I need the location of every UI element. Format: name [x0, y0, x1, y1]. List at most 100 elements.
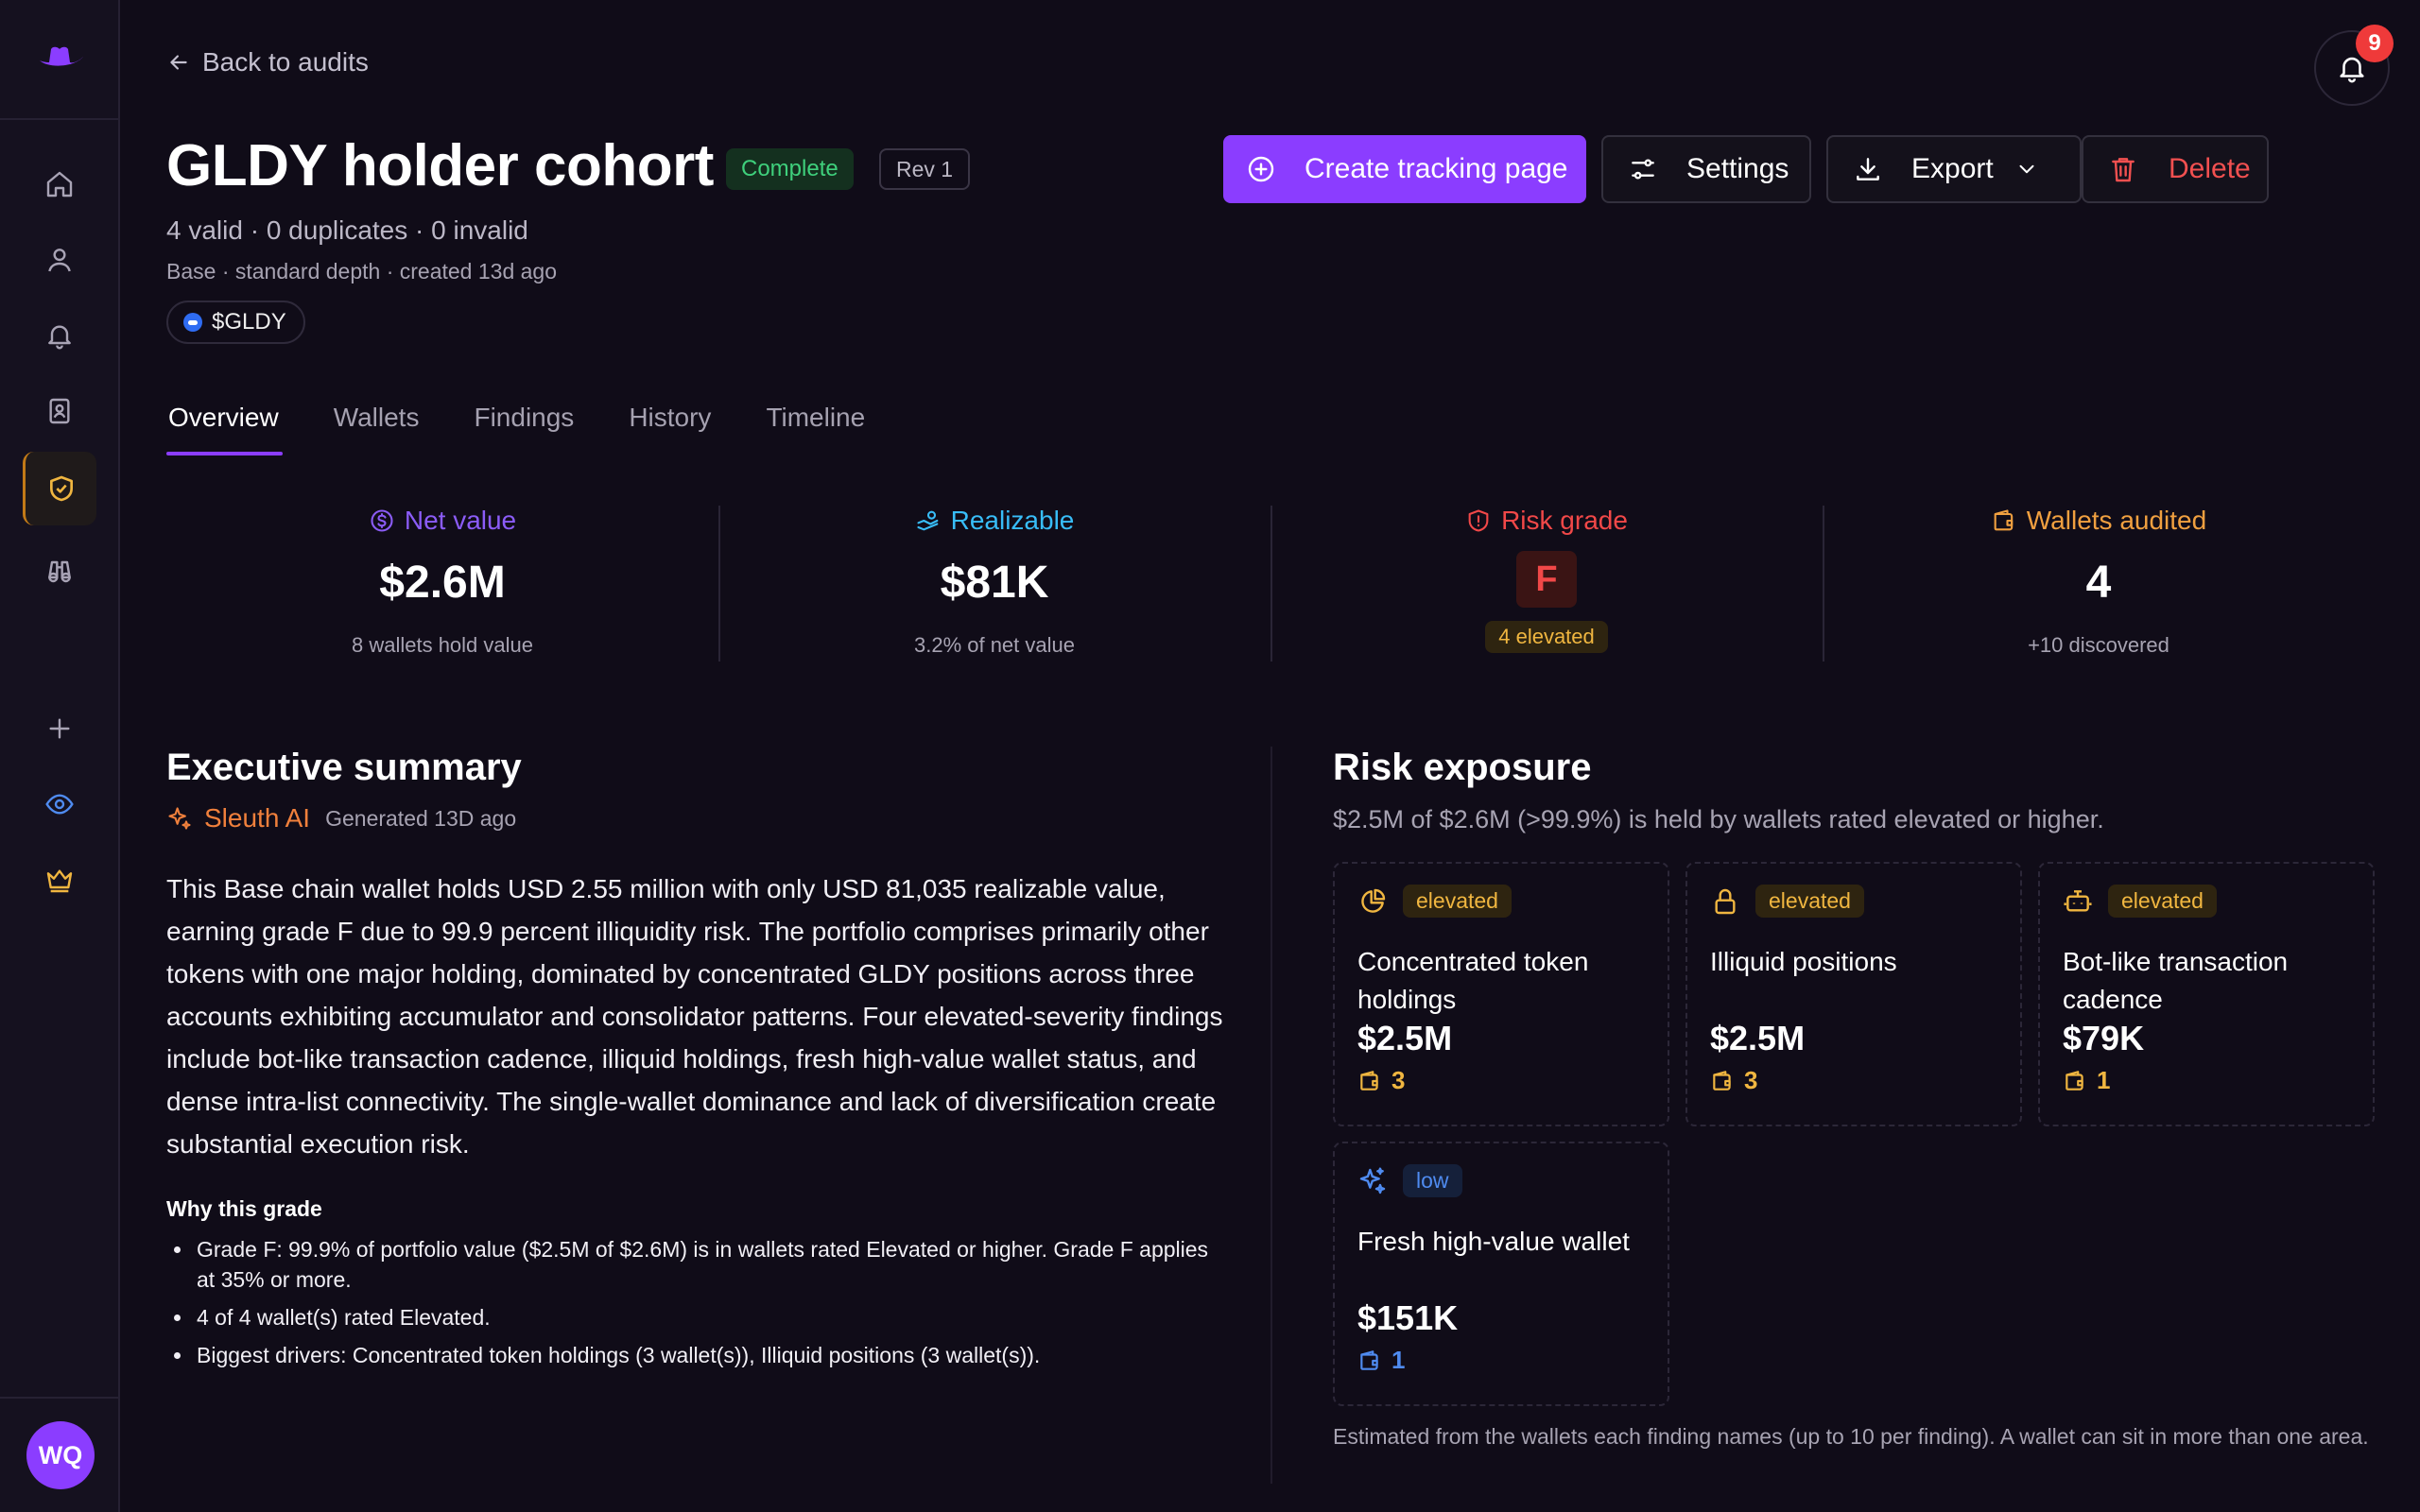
eye-icon	[45, 794, 74, 815]
sidebar-item-watchlist[interactable]	[23, 767, 96, 841]
bell-icon	[48, 325, 71, 350]
app-logo[interactable]	[34, 38, 87, 81]
back-label: Back to audits	[202, 47, 369, 77]
risk-exposure-heading: Risk exposure	[1333, 747, 1592, 788]
risk-card-concentrated-holdings[interactable]: elevated Concentrated token holdings $2.…	[1333, 862, 1669, 1126]
sidebar-item-contacts[interactable]	[23, 374, 96, 448]
chevron-down-icon	[2019, 164, 2034, 174]
stat-value: 4	[2085, 558, 2112, 608]
stat-label: Risk grade	[1501, 506, 1628, 535]
sparkles-icon	[168, 807, 191, 830]
risk-exposure-subtitle: $2.5M of $2.6M (>99.9%) is held by walle…	[1333, 805, 2104, 833]
ai-name: Sleuth AI	[204, 803, 311, 833]
risk-card-value: $79K	[2063, 1019, 2145, 1057]
severity-badge: low	[1403, 1164, 1462, 1197]
contacts-icon	[49, 398, 70, 424]
wallet-icon	[1713, 1070, 1731, 1091]
generated-time: Generated 13D ago	[325, 805, 517, 831]
why-grade-heading: Why this grade	[166, 1196, 322, 1221]
bot-icon	[2064, 889, 2092, 912]
arrow-left-icon	[170, 55, 187, 70]
risk-card-header: elevated	[1710, 885, 1864, 918]
binoculars-icon	[48, 560, 71, 583]
crown-icon	[46, 869, 73, 893]
risk-card-wallet-count: 1	[1357, 1346, 1405, 1375]
sidebar-item-watch[interactable]	[23, 533, 96, 607]
wallet-counts: 4 valid · 0 duplicates · 0 invalid	[166, 215, 528, 245]
elevated-count-badge: 4 elevated	[1485, 621, 1608, 653]
list-item: 4 of 4 wallet(s) rated Elevated.	[166, 1302, 1225, 1332]
delete-button[interactable]: Delete	[2082, 135, 2269, 203]
delete-label: Delete	[2169, 153, 2251, 184]
export-dropdown-button[interactable]: Export	[1826, 135, 2082, 203]
sidebar-item-audits[interactable]	[23, 452, 96, 525]
token-label: $GLDY	[212, 309, 286, 335]
risk-card-wallet-count: 3	[1710, 1066, 1757, 1095]
tab-wallets[interactable]: Wallets	[332, 395, 422, 455]
tab-findings[interactable]: Findings	[472, 395, 576, 455]
risk-card-title: Bot-like transaction cadence	[2063, 947, 2289, 1014]
hand-coins-icon	[917, 510, 939, 531]
stat-label: Realizable	[950, 506, 1075, 535]
notification-count-badge: 9	[2356, 25, 2394, 62]
risk-card-bot-like-cadence[interactable]: elevated Bot-like transaction cadence $7…	[2038, 862, 2375, 1126]
severity-badge: elevated	[1755, 885, 1864, 918]
lock-icon	[1715, 888, 1736, 914]
avatar[interactable]: WQ	[26, 1421, 95, 1489]
tab-timeline[interactable]: Timeline	[764, 395, 867, 455]
wallet-count: 1	[2097, 1066, 2111, 1094]
sidebar: WQ	[0, 0, 120, 1512]
risk-card-wallet-count: 1	[2063, 1066, 2110, 1095]
risk-grade-value: F	[1516, 551, 1577, 608]
why-grade-list: Grade F: 99.9% of portfolio value ($2.5M…	[166, 1234, 1225, 1378]
risk-card-value: $151K	[1357, 1298, 1459, 1337]
risk-card-title: Fresh high-value wallet	[1357, 1227, 1630, 1256]
user-icon	[48, 249, 71, 272]
stat-net-value-label-row: Net value	[166, 506, 718, 536]
list-item: Biggest drivers: Concentrated token hold…	[166, 1340, 1225, 1370]
risk-card-title: Concentrated token holdings	[1357, 947, 1589, 1014]
stat-risk-grade: Risk grade F 4 elevated	[1270, 506, 1823, 653]
sparkles-icon	[1359, 1166, 1386, 1194]
tab-overview[interactable]: Overview	[166, 395, 283, 455]
create-tracking-page-button[interactable]: Create tracking page	[1223, 135, 1586, 203]
create-label: Create tracking page	[1305, 153, 1568, 184]
trash-icon	[2112, 158, 2135, 182]
severity-badge: elevated	[1403, 885, 1512, 918]
stat-realizable-label-row: Realizable	[718, 506, 1270, 536]
revision-badge: Rev 1	[879, 148, 971, 190]
back-to-audits-link[interactable]: Back to audits	[166, 47, 369, 77]
sidebar-item-home[interactable]	[23, 147, 96, 221]
token-chip[interactable]: $GLDY	[166, 301, 305, 344]
stat-label: Net value	[404, 506, 517, 535]
risk-card-value: $2.5M	[1710, 1019, 1806, 1057]
wallet-icon	[1994, 509, 2014, 531]
tab-history[interactable]: History	[627, 395, 713, 455]
risk-card-wallet-count: 3	[1357, 1066, 1405, 1095]
stat-subtext: 8 wallets hold value	[351, 633, 533, 657]
settings-button[interactable]: Settings	[1601, 135, 1811, 203]
sidebar-item-premium[interactable]	[23, 843, 96, 917]
stat-value: $81K	[940, 558, 1049, 608]
column-divider	[1270, 747, 1272, 1484]
wallet-count: 3	[1392, 1066, 1406, 1094]
stat-wallets-audited: Wallets audited 4 +10 discovered	[1823, 506, 2375, 658]
risk-exposure-footnote: Estimated from the wallets each finding …	[1333, 1424, 2369, 1449]
sidebar-item-profile[interactable]	[23, 223, 96, 297]
ai-attribution: Sleuth AI Generated 13D ago	[166, 803, 516, 833]
risk-card-header: low	[1357, 1164, 1462, 1197]
sidebar-item-new[interactable]	[23, 692, 96, 765]
stat-subtext: 3.2% of net value	[913, 633, 1075, 657]
stat-realizable: Realizable $81K 3.2% of net value	[718, 506, 1270, 658]
risk-card-illiquid-positions[interactable]: elevated Illiquid positions $2.5M 3	[1685, 862, 2022, 1126]
settings-label: Settings	[1686, 153, 1789, 184]
wallet-icon	[1360, 1349, 1378, 1370]
sliders-icon	[1632, 159, 1654, 180]
wallet-count: 1	[1392, 1346, 1406, 1374]
shield-alert-icon	[1468, 509, 1489, 532]
sidebar-item-alerts[interactable]	[23, 299, 96, 372]
tab-bar: Overview Wallets Findings History Timeli…	[166, 395, 918, 455]
pie-chart-icon	[1361, 888, 1386, 913]
risk-card-header: elevated	[2063, 885, 2217, 918]
risk-card-fresh-high-value[interactable]: low Fresh high-value wallet $151K 1	[1333, 1142, 1669, 1406]
